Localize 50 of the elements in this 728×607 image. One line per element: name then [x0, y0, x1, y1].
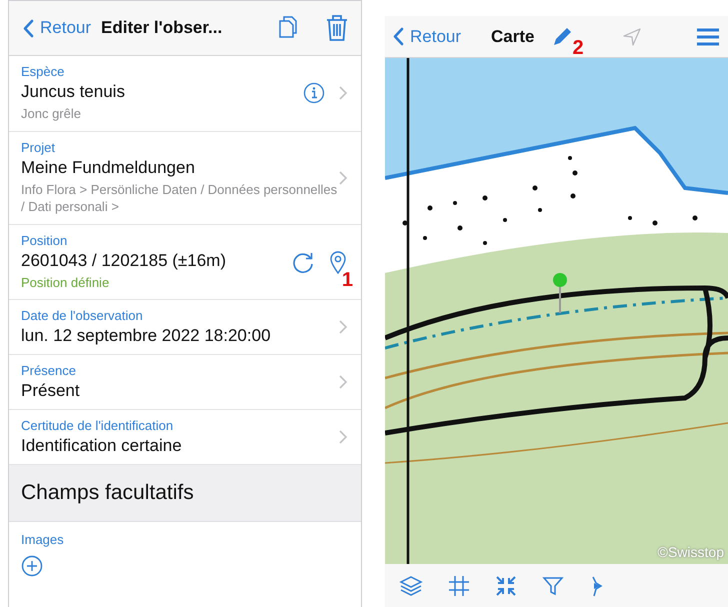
form-row[interactable]: Position 2601043 / 1202185 (±16m) Position définie 1: [9, 224, 361, 300]
field-label: Date de l'observation: [21, 308, 144, 324]
back-chevron-icon: [23, 18, 34, 38]
map-attribution: ©Swisstop: [658, 544, 724, 560]
location-pin-icon[interactable]: [329, 250, 347, 274]
back-chevron-icon: [393, 27, 404, 46]
delete-button[interactable]: [325, 14, 349, 42]
form-row[interactable]: Espèce Juncus tenuis Jonc grêle: [9, 56, 361, 132]
form-row[interactable]: Date de l'observation lun. 12 septembre 2022 18:20:00: [9, 300, 361, 356]
field-label: Présence: [21, 363, 77, 378]
add-icon[interactable]: [21, 555, 43, 578]
field-label: Images: [21, 532, 65, 548]
map-pin-icon[interactable]: [553, 273, 567, 313]
form-row[interactable]: Présence Présent: [9, 355, 361, 410]
collapse-arrows-icon[interactable]: [495, 575, 517, 597]
chevron-icon: [339, 86, 347, 100]
menu-icon: [696, 28, 720, 46]
form-row[interactable]: Projet Meine Fundmeldungen Info Flora > Persönliche Daten / Données personnelles / Dati personali >: [9, 132, 361, 225]
menu-button[interactable]: [696, 28, 720, 46]
field-value: lun. 12 septembre 2022 18:20:00: [21, 326, 272, 346]
field-label: Projet: [21, 140, 56, 155]
field-detail: Info Flora > Persönliche Daten / Données personnelles / Dati personali >: [21, 180, 338, 216]
field-value: Présent: [21, 381, 81, 402]
annotation-number: 1: [342, 268, 353, 292]
info-icon[interactable]: [303, 82, 325, 104]
navigation-arrow-icon: [622, 26, 642, 46]
section-title: Champs facultatifs: [21, 481, 194, 506]
filter-icon[interactable]: [542, 575, 564, 597]
field-value: Identification certaine: [21, 436, 183, 456]
layers-icon[interactable]: [399, 575, 423, 597]
chevron-icon: [339, 375, 347, 390]
chevron-icon: [339, 320, 347, 334]
grid-icon[interactable]: [448, 575, 470, 597]
field-label: Position: [21, 232, 68, 248]
map-drawing[interactable]: [385, 58, 728, 564]
screen-title: Carte: [491, 26, 534, 46]
field-value: 2601043 / 1202185 (±16m): [21, 250, 227, 271]
chevron-icon: [339, 430, 347, 444]
field-value: Meine Fundmeldungen: [21, 158, 196, 178]
field-detail: Jonc grêle: [21, 105, 82, 123]
field-value: Juncus tenuis: [21, 82, 126, 102]
field-label: Certitude de l'identification: [21, 418, 174, 434]
field-detail: Position définie: [21, 274, 110, 292]
trash-icon: [325, 14, 349, 42]
chevron-icon: [339, 170, 347, 185]
back-button[interactable]: Retour: [393, 26, 462, 46]
field-label: Espèce: [21, 64, 66, 79]
back-button[interactable]: Retour: [23, 18, 92, 38]
screen-title: Editer l'obser...: [101, 18, 224, 38]
annotation-number: 2: [572, 38, 584, 58]
